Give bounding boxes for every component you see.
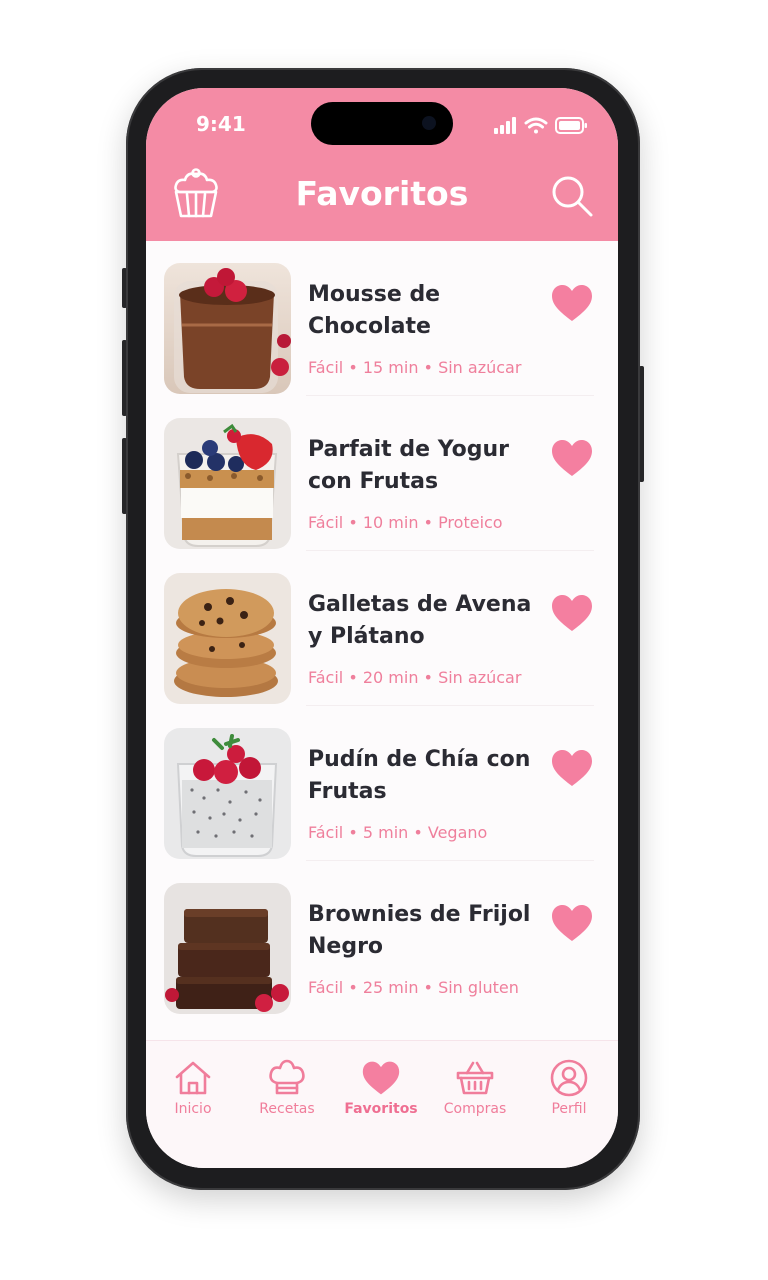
recipe-card[interactable]: Brownies de Frijol Negro Fácil • 25 min … bbox=[146, 861, 618, 1016]
status-time: 9:41 bbox=[196, 112, 246, 136]
tab-recetas[interactable]: Recetas bbox=[240, 1059, 334, 1117]
recipe-image bbox=[164, 728, 291, 859]
signal-icon bbox=[494, 117, 516, 134]
favorite-heart-icon[interactable] bbox=[550, 748, 594, 788]
search-icon[interactable] bbox=[550, 174, 594, 222]
favorite-heart-icon[interactable] bbox=[550, 283, 594, 323]
bottom-tab-bar: Inicio Recetas Favoritos Compras Perfil bbox=[146, 1040, 618, 1168]
recipe-card[interactable]: Mousse de Chocolate Fácil • 15 min • Sin… bbox=[146, 241, 618, 396]
tab-perfil[interactable]: Perfil bbox=[522, 1059, 616, 1117]
tab-compras[interactable]: Compras bbox=[428, 1059, 522, 1117]
recipe-meta: Fácil • 15 min • Sin azúcar bbox=[308, 358, 522, 377]
recipe-image bbox=[164, 418, 291, 549]
recipe-meta: Fácil • 10 min • Proteico bbox=[308, 513, 503, 532]
basket-icon bbox=[456, 1061, 494, 1095]
tab-label: Inicio bbox=[174, 1101, 212, 1117]
recipe-title[interactable]: Pudín de Chía con Frutas bbox=[308, 744, 538, 808]
favorite-heart-icon[interactable] bbox=[550, 438, 594, 478]
recipe-card[interactable]: Parfait de Yogur con Frutas Fácil • 10 m… bbox=[146, 396, 618, 551]
chef-hat-icon bbox=[269, 1059, 305, 1095]
wifi-icon bbox=[524, 117, 548, 134]
favorite-heart-icon[interactable] bbox=[550, 903, 594, 943]
recipe-title[interactable]: Parfait de Yogur con Frutas bbox=[308, 434, 538, 498]
recipe-meta: Fácil • 20 min • Sin azúcar bbox=[308, 668, 522, 687]
heart-icon bbox=[362, 1061, 400, 1095]
recipe-image bbox=[164, 573, 291, 704]
home-icon bbox=[175, 1061, 211, 1095]
recipe-card[interactable]: Galletas de Avena y Plátano Fácil • 20 m… bbox=[146, 551, 618, 706]
tab-label: Favoritos bbox=[344, 1101, 418, 1117]
favorite-heart-icon[interactable] bbox=[550, 593, 594, 633]
recipe-meta: Fácil • 25 min • Sin gluten bbox=[308, 978, 519, 997]
recipe-title[interactable]: Mousse de Chocolate bbox=[308, 279, 538, 343]
front-camera bbox=[422, 116, 436, 130]
favorites-list: Mousse de Chocolate Fácil • 15 min • Sin… bbox=[146, 241, 618, 1016]
recipe-card[interactable]: Pudín de Chía con Frutas Fácil • 5 min •… bbox=[146, 706, 618, 861]
app-header: 9:41 Favoritos bbox=[146, 88, 618, 241]
tab-inicio[interactable]: Inicio bbox=[146, 1059, 240, 1117]
page: 9:41 Favoritos Mousse de Chocolate Fácil… bbox=[0, 0, 768, 1280]
tab-label: Compras bbox=[443, 1101, 507, 1117]
user-icon bbox=[550, 1059, 588, 1097]
recipe-meta: Fácil • 5 min • Vegano bbox=[308, 823, 488, 842]
phone-screen: 9:41 Favoritos Mousse de Chocolate Fácil… bbox=[146, 88, 618, 1168]
recipe-image bbox=[164, 263, 291, 394]
status-icons bbox=[494, 116, 590, 140]
tab-label: Recetas bbox=[259, 1101, 315, 1117]
battery-icon bbox=[555, 117, 587, 134]
recipe-title[interactable]: Galletas de Avena y Plátano bbox=[308, 589, 538, 653]
tab-label: Perfil bbox=[551, 1101, 587, 1117]
tab-favoritos[interactable]: Favoritos bbox=[334, 1059, 428, 1117]
recipe-image bbox=[164, 883, 291, 1014]
page-title: Favoritos bbox=[295, 174, 469, 213]
recipe-title[interactable]: Brownies de Frijol Negro bbox=[308, 899, 538, 963]
